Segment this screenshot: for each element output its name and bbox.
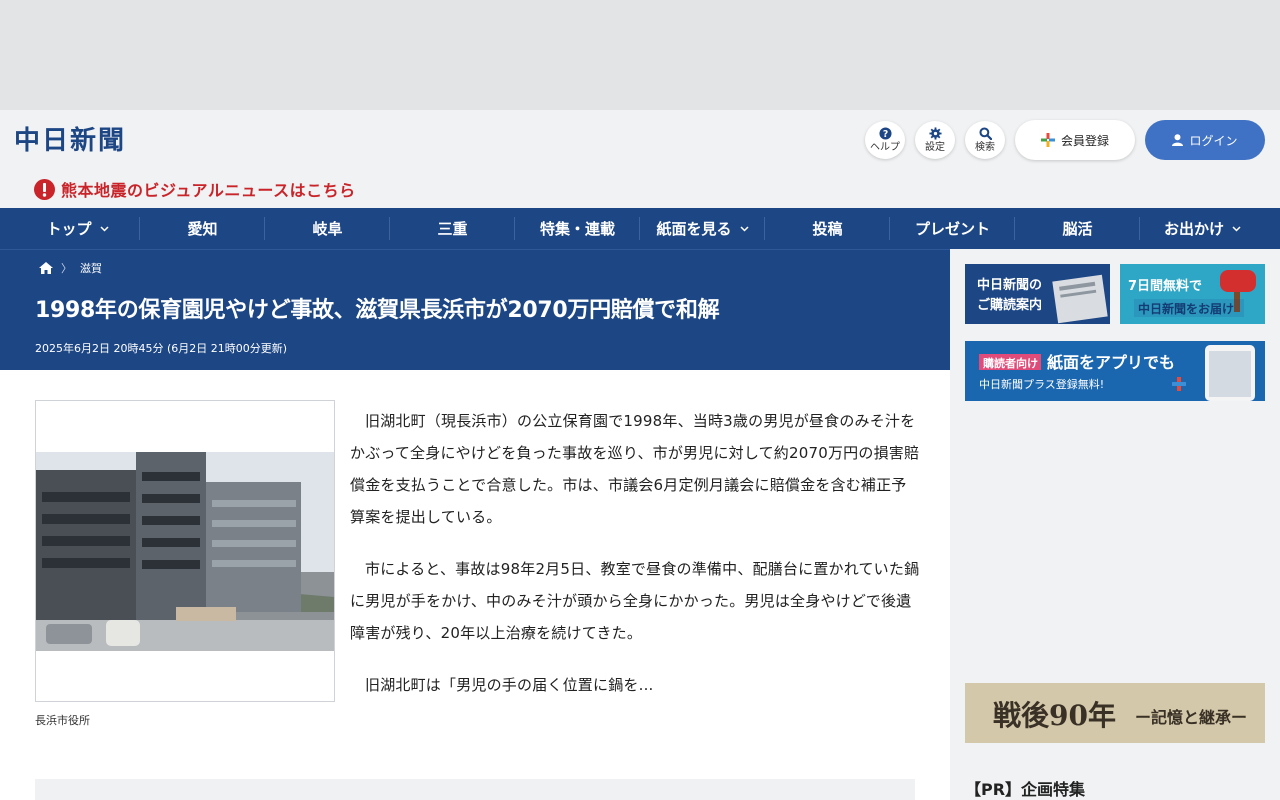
subscription-banner-art: 中日新聞の ご購読案内 <box>965 264 1110 324</box>
help-icon: ? <box>878 127 892 140</box>
nav-item-present[interactable]: プレゼント <box>890 208 1015 249</box>
nav-item-brain[interactable]: 脳活 <box>1015 208 1140 249</box>
nav-item-paper[interactable]: 紙面を見る <box>640 208 765 249</box>
article-header: 〉 滋賀 1998年の保育園児やけど事故、滋賀県長浜市が2070万円賠償で和解 … <box>0 249 950 370</box>
app-plus-banner[interactable]: 購読者向け 紙面をアプリでも 中日新聞プラス登録無料! <box>965 341 1265 401</box>
nav-item-label: 特集・連載 <box>539 220 615 238</box>
nav-item-label: 脳活 <box>1062 220 1093 238</box>
postwar-90-banner[interactable]: 戦後90年 ー記憶と継承ー <box>965 683 1265 743</box>
member-register-label: 会員登録 <box>1060 133 1109 148</box>
article-date: 2025年6月2日 20時45分 (6月2日 21時00分更新) <box>35 342 288 355</box>
article-paragraph: 旧湖北町は「男児の手の届く位置に鍋を... <box>365 676 654 694</box>
nav-item-top[interactable]: トップ <box>15 208 140 249</box>
postwar-90-banner-art: 戦後90年 ー記憶と継承ー <box>965 683 1265 743</box>
nav-item-label: 岐阜 <box>312 220 343 238</box>
chevron-down-icon <box>739 225 749 232</box>
paywall-box <box>35 779 915 800</box>
home-icon[interactable] <box>39 262 53 274</box>
alert-icon <box>34 178 55 200</box>
chevron-down-icon <box>99 225 109 232</box>
top-ad-banner <box>0 0 1280 110</box>
nav-item-mie[interactable]: 三重 <box>390 208 515 249</box>
article-title: 1998年の保育園児やけど事故、滋賀県長浜市が2070万円賠償で和解 <box>35 298 720 323</box>
gear-icon <box>928 127 942 140</box>
subscription-banner[interactable]: 中日新聞の ご購読案内 <box>965 264 1110 324</box>
article-paragraph: 旧湖北町（現長浜市）の公立保育園で1998年、当時3歳の男児が昼食のみそ汁をかぶ… <box>350 412 920 526</box>
help-label: ヘルプ <box>870 142 900 153</box>
app-plus-banner-line1: 紙面をアプリでも <box>1047 353 1175 372</box>
article-photo[interactable] <box>36 452 334 651</box>
plus-icon <box>1040 133 1055 147</box>
sidebar: 中日新聞の ご購読案内 7日間無料で 中日新聞をお届け 購読者向け 紙面をアプリ… <box>950 249 1280 800</box>
settings-button[interactable]: 設定 <box>915 121 955 159</box>
settings-label: 設定 <box>925 142 945 153</box>
login-button[interactable]: ログイン <box>1145 120 1265 160</box>
breadcrumb: 〉 滋賀 <box>39 260 102 276</box>
login-label: ログイン <box>1189 133 1238 148</box>
free-trial-banner-line2: 中日新聞をお届け <box>1138 301 1234 316</box>
svg-text:?: ? <box>882 129 887 140</box>
nav-item-label: 紙面を見る <box>656 220 732 238</box>
search-icon <box>978 127 992 140</box>
free-trial-banner-art: 7日間無料で 中日新聞をお届け <box>1120 264 1265 324</box>
free-trial-banner[interactable]: 7日間無料で 中日新聞をお届け <box>1120 264 1265 324</box>
app-plus-banner-tag: 購読者向け <box>982 356 1038 370</box>
alert-link[interactable]: 熊本地震のビジュアルニュースはこちら <box>34 177 356 201</box>
alert-text: 熊本地震のビジュアルニュースはこちら <box>61 181 356 200</box>
site-logo[interactable]: 中日新聞 <box>14 124 144 154</box>
app-plus-banner-line2: 中日新聞プラス登録無料! <box>979 377 1104 391</box>
app-plus-banner-art: 購読者向け 紙面をアプリでも 中日新聞プラス登録無料! <box>965 341 1265 401</box>
site-header: 中日新聞 ? ヘルプ 設定 検索 会員登録 ログイン 熊本地震のビジュアルニュー… <box>0 110 1280 208</box>
subscription-banner-line2: ご購読案内 <box>977 297 1042 313</box>
nav-item-label: 愛知 <box>187 220 218 238</box>
breadcrumb-separator: 〉 <box>61 262 72 275</box>
nav-item-post[interactable]: 投稿 <box>765 208 890 249</box>
user-icon <box>1172 134 1184 146</box>
help-button[interactable]: ? ヘルプ <box>865 121 905 159</box>
nav-item-label: 三重 <box>437 220 468 238</box>
article-paragraph: 市によると、事故は98年2月5日、教室で昼食の準備中、配膳台に置かれていた鍋に男… <box>350 560 920 642</box>
nav-item-aichi[interactable]: 愛知 <box>140 208 265 249</box>
chevron-down-icon <box>1232 225 1241 232</box>
nav-item-label: トップ <box>46 220 92 238</box>
member-register-button[interactable]: 会員登録 <box>1015 120 1135 160</box>
global-nav: トップ 愛知 岐阜 三重 特集・連載 紙面を見る 投稿 プレゼント 脳活 お出か… <box>0 208 1280 249</box>
pr-section-title: 【PR】企画特集 <box>965 780 1086 799</box>
postwar-90-banner-title: 戦後90年 <box>993 699 1116 732</box>
nav-item-outing[interactable]: お出かけ <box>1140 208 1265 249</box>
article-body: 旧湖北町（現長浜市）の公立保育園で1998年、当時3歳の男児が昼食のみそ汁をかぶ… <box>350 405 920 721</box>
nav-item-label: プレゼント <box>914 220 990 238</box>
free-trial-banner-line1: 7日間無料で <box>1128 278 1202 294</box>
nav-item-gifu[interactable]: 岐阜 <box>265 208 390 249</box>
postwar-90-banner-sub: ー記憶と継承ー <box>1135 708 1247 727</box>
article-photo-frame <box>35 400 335 702</box>
photo-caption: 長浜市役所 <box>35 714 90 727</box>
nav-item-label: 投稿 <box>812 220 843 238</box>
breadcrumb-category[interactable]: 滋賀 <box>80 260 102 276</box>
subscription-banner-line1: 中日新聞の <box>977 277 1042 293</box>
search-label: 検索 <box>975 142 995 153</box>
logo-text: 中日新聞 <box>14 125 126 154</box>
search-button[interactable]: 検索 <box>965 121 1005 159</box>
nav-item-label: お出かけ <box>1163 220 1224 238</box>
nav-item-features[interactable]: 特集・連載 <box>515 208 640 249</box>
